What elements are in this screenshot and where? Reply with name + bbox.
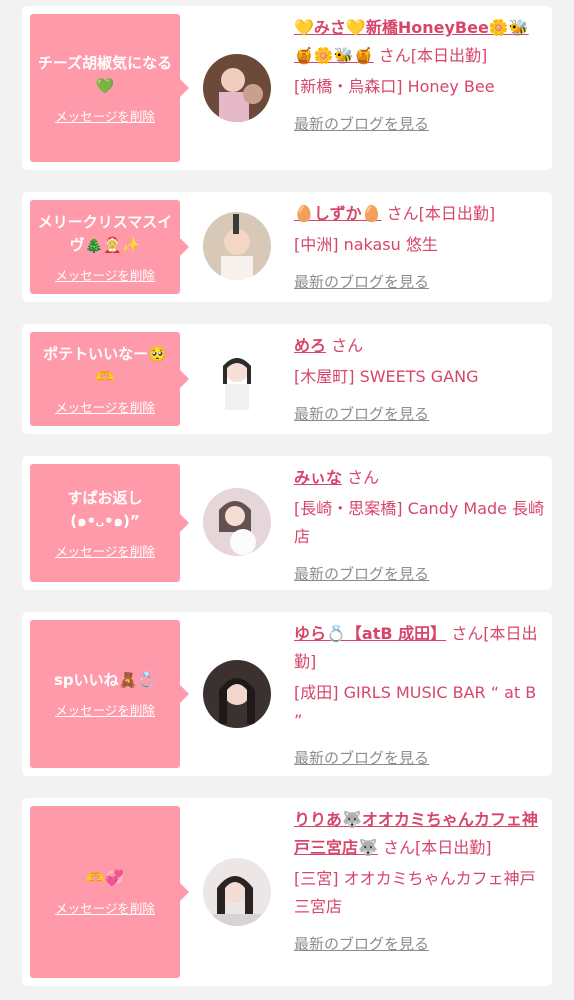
message-text: チーズ胡椒気になる💚: [37, 53, 173, 95]
shop-name: [中洲] nakasu 悠生: [294, 235, 438, 254]
delete-message-link[interactable]: メッセージを削除: [55, 106, 155, 125]
latest-blog-link[interactable]: 最新のブログを見る: [294, 560, 546, 588]
cast-status: さん: [347, 468, 380, 487]
cast-info: 💛みさ💛新橋HoneyBee🌼🐝🍯🌼🐝🍯 さん[本日出勤] [新橋・烏森口] H…: [294, 14, 546, 138]
message-card: すぱお返し(๑•᎑•๑)” メッセージを削除 みぃな さん [長崎・思案橋] C…: [22, 456, 552, 590]
message-text: 🫶💞: [86, 869, 124, 887]
message-card: メリークリスマスイヴ🎄🤶✨ メッセージを削除 🥚しずか🥚 さん[本日出勤] [中…: [22, 192, 552, 302]
message-text: メリークリスマスイヴ🎄🤶✨: [37, 212, 173, 254]
cast-status: さん[本日出勤]: [378, 46, 488, 65]
latest-blog-link[interactable]: 最新のブログを見る: [294, 268, 546, 296]
message-card: チーズ胡椒気になる💚 メッセージを削除 💛みさ💛新橋HoneyBee🌼🐝🍯🌼🐝🍯…: [22, 6, 552, 170]
message-card: ポテトいいなー🥺🫶 メッセージを削除 めろ さん [木屋町] SWEETS GA…: [22, 324, 552, 434]
cast-status: さん[本日出勤]: [383, 838, 492, 857]
message-bubble: チーズ胡椒気になる💚 メッセージを削除: [30, 14, 189, 162]
cast-info: りりあ🐺オオカミちゃんカフェ神戸三宮店🐺 さん[本日出勤] [三宮] オオカミち…: [294, 806, 546, 958]
shop-name: [木屋町] SWEETS GANG: [294, 367, 479, 386]
delete-message-link[interactable]: メッセージを削除: [55, 700, 155, 719]
cast-name-link[interactable]: めろ: [294, 336, 326, 355]
shop-name: [新橋・烏森口] Honey Bee: [294, 77, 495, 96]
latest-blog-link[interactable]: 最新のブログを見る: [294, 744, 546, 772]
message-bubble: メリークリスマスイヴ🎄🤶✨ メッセージを削除: [30, 200, 189, 294]
avatar[interactable]: [203, 488, 271, 556]
avatar[interactable]: [203, 54, 271, 122]
latest-blog-link[interactable]: 最新のブログを見る: [294, 400, 546, 428]
cast-name-link[interactable]: 🥚しずか🥚: [294, 204, 382, 223]
latest-blog-link[interactable]: 最新のブログを見る: [294, 110, 546, 138]
delete-message-link[interactable]: メッセージを削除: [55, 898, 155, 917]
delete-message-link[interactable]: メッセージを削除: [55, 265, 155, 284]
message-bubble: ポテトいいなー🥺🫶 メッセージを削除: [30, 332, 189, 426]
avatar[interactable]: [203, 344, 271, 412]
message-bubble: 🫶💞 メッセージを削除: [30, 806, 189, 978]
delete-message-link[interactable]: メッセージを削除: [55, 541, 155, 560]
message-card: 🫶💞 メッセージを削除 りりあ🐺オオカミちゃんカフェ神戸三宮店🐺 さん[本日出勤…: [22, 798, 552, 986]
cast-name-link[interactable]: みぃな: [294, 468, 342, 487]
shop-name: [長崎・思案橋] Candy Made 長崎店: [294, 499, 545, 546]
message-card: spいいね🧸💍 メッセージを削除 ゆら💍【atB 成田】 さん[本日出勤] [成…: [22, 612, 552, 776]
shop-name: [成田] GIRLS MUSIC BAR “ at B ”: [294, 683, 537, 730]
message-bubble: すぱお返し(๑•᎑•๑)” メッセージを削除: [30, 464, 189, 582]
message-text: spいいね🧸💍: [53, 671, 157, 689]
cast-status: さん[本日出勤]: [386, 204, 496, 223]
avatar[interactable]: [203, 858, 271, 926]
latest-blog-link[interactable]: 最新のブログを見る: [294, 930, 546, 958]
avatar[interactable]: [203, 660, 271, 728]
cast-info: 🥚しずか🥚 さん[本日出勤] [中洲] nakasu 悠生 最新のブログを見る: [294, 200, 546, 296]
cast-status: さん: [331, 336, 364, 355]
message-text: ポテトいいなー🥺🫶: [43, 344, 167, 386]
shop-name: [三宮] オオカミちゃんカフェ神戸三宮店: [294, 869, 536, 916]
message-text: すぱお返し(๑•᎑•๑)”: [67, 488, 143, 530]
message-bubble: spいいね🧸💍 メッセージを削除: [30, 620, 189, 768]
cast-info: みぃな さん [長崎・思案橋] Candy Made 長崎店 最新のブログを見る: [294, 464, 546, 588]
delete-message-link[interactable]: メッセージを削除: [55, 397, 155, 416]
cast-info: ゆら💍【atB 成田】 さん[本日出勤] [成田] GIRLS MUSIC BA…: [294, 620, 546, 772]
avatar[interactable]: [203, 212, 271, 280]
cast-info: めろ さん [木屋町] SWEETS GANG 最新のブログを見る: [294, 332, 546, 428]
cast-name-link[interactable]: ゆら💍【atB 成田】: [294, 624, 446, 643]
